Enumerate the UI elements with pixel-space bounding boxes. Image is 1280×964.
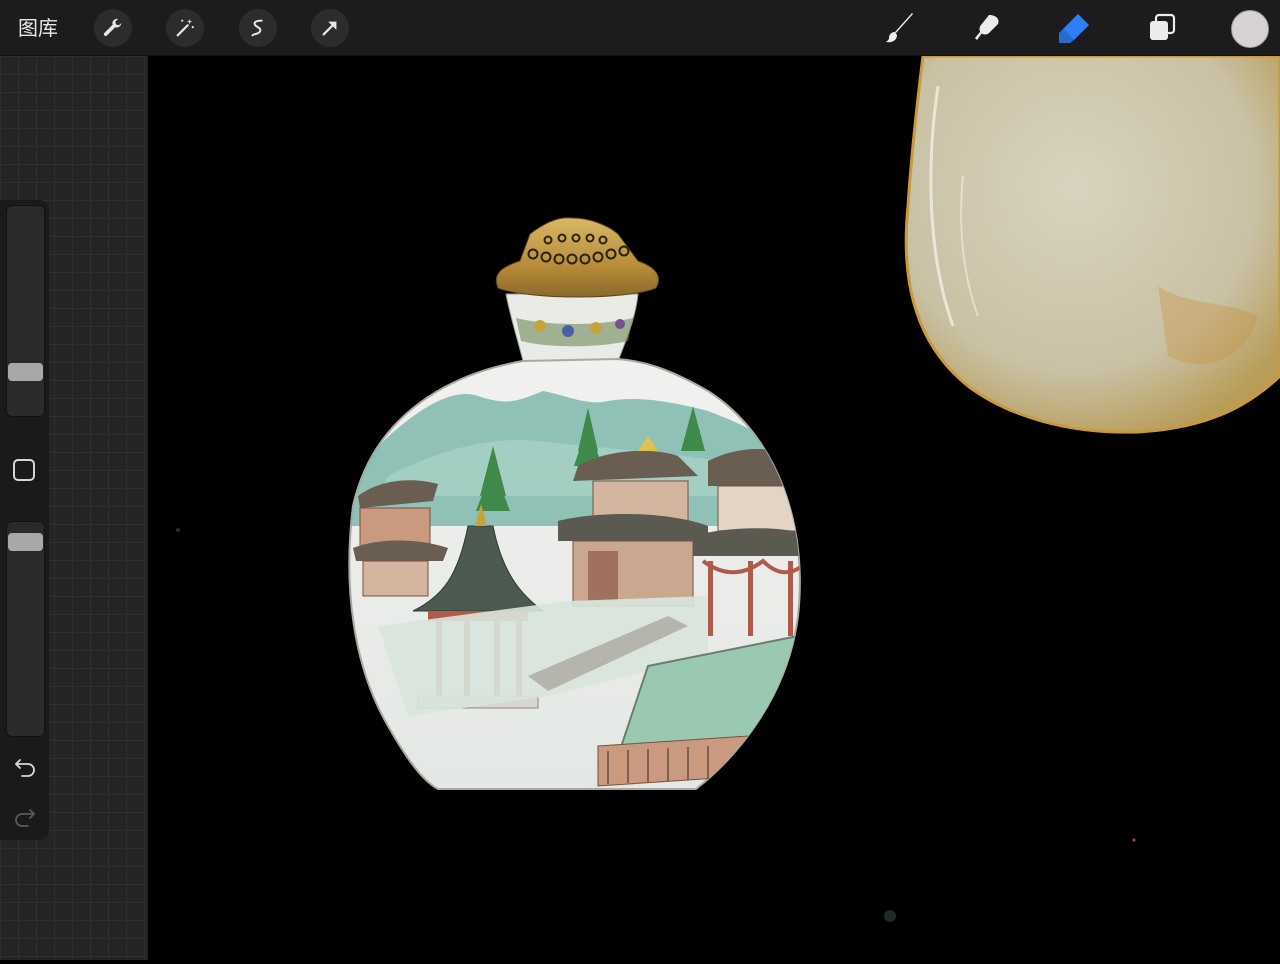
adjustments-button[interactable] (166, 9, 204, 47)
left-sidebar (0, 200, 49, 840)
canvas-speck (884, 910, 896, 922)
layers-button[interactable] (1142, 8, 1182, 48)
artwork (176, 54, 1280, 922)
brush-size-slider-thumb[interactable] (8, 362, 43, 381)
transform-button[interactable] (311, 9, 349, 47)
drawing-canvas[interactable] (148, 54, 1280, 960)
magic-wand-icon (176, 18, 194, 37)
color-picker-button[interactable] (1231, 10, 1269, 48)
wrench-icon (103, 18, 122, 37)
actions-button[interactable] (94, 9, 132, 47)
selection-icon (251, 19, 263, 37)
snuff-bottle-drawing (348, 217, 801, 790)
opacity-slider[interactable] (6, 521, 45, 737)
eraser-icon (1059, 14, 1089, 43)
top-toolbar: 图库 (0, 0, 1280, 56)
gallery-button[interactable]: 图库 (18, 12, 58, 44)
canvas-speck (176, 528, 180, 532)
brush-icon (886, 13, 913, 43)
layers-icon (1150, 13, 1176, 40)
stone-pendant-drawing (904, 54, 1280, 434)
eraser-button[interactable] (1054, 8, 1094, 48)
undo-icon (15, 759, 35, 777)
brush-size-slider[interactable] (6, 205, 45, 417)
selection-button[interactable] (239, 9, 277, 47)
redo-icon (15, 809, 35, 827)
modify-button[interactable] (13, 459, 35, 481)
undo-button[interactable] (11, 753, 39, 781)
brush-button[interactable] (880, 8, 920, 48)
canvas-speck (1132, 838, 1136, 842)
smudge-button[interactable] (966, 8, 1006, 48)
smudge-icon (975, 15, 999, 40)
opacity-slider-thumb[interactable] (8, 532, 43, 551)
transform-arrow-icon (322, 21, 337, 36)
redo-button[interactable] (11, 803, 39, 831)
